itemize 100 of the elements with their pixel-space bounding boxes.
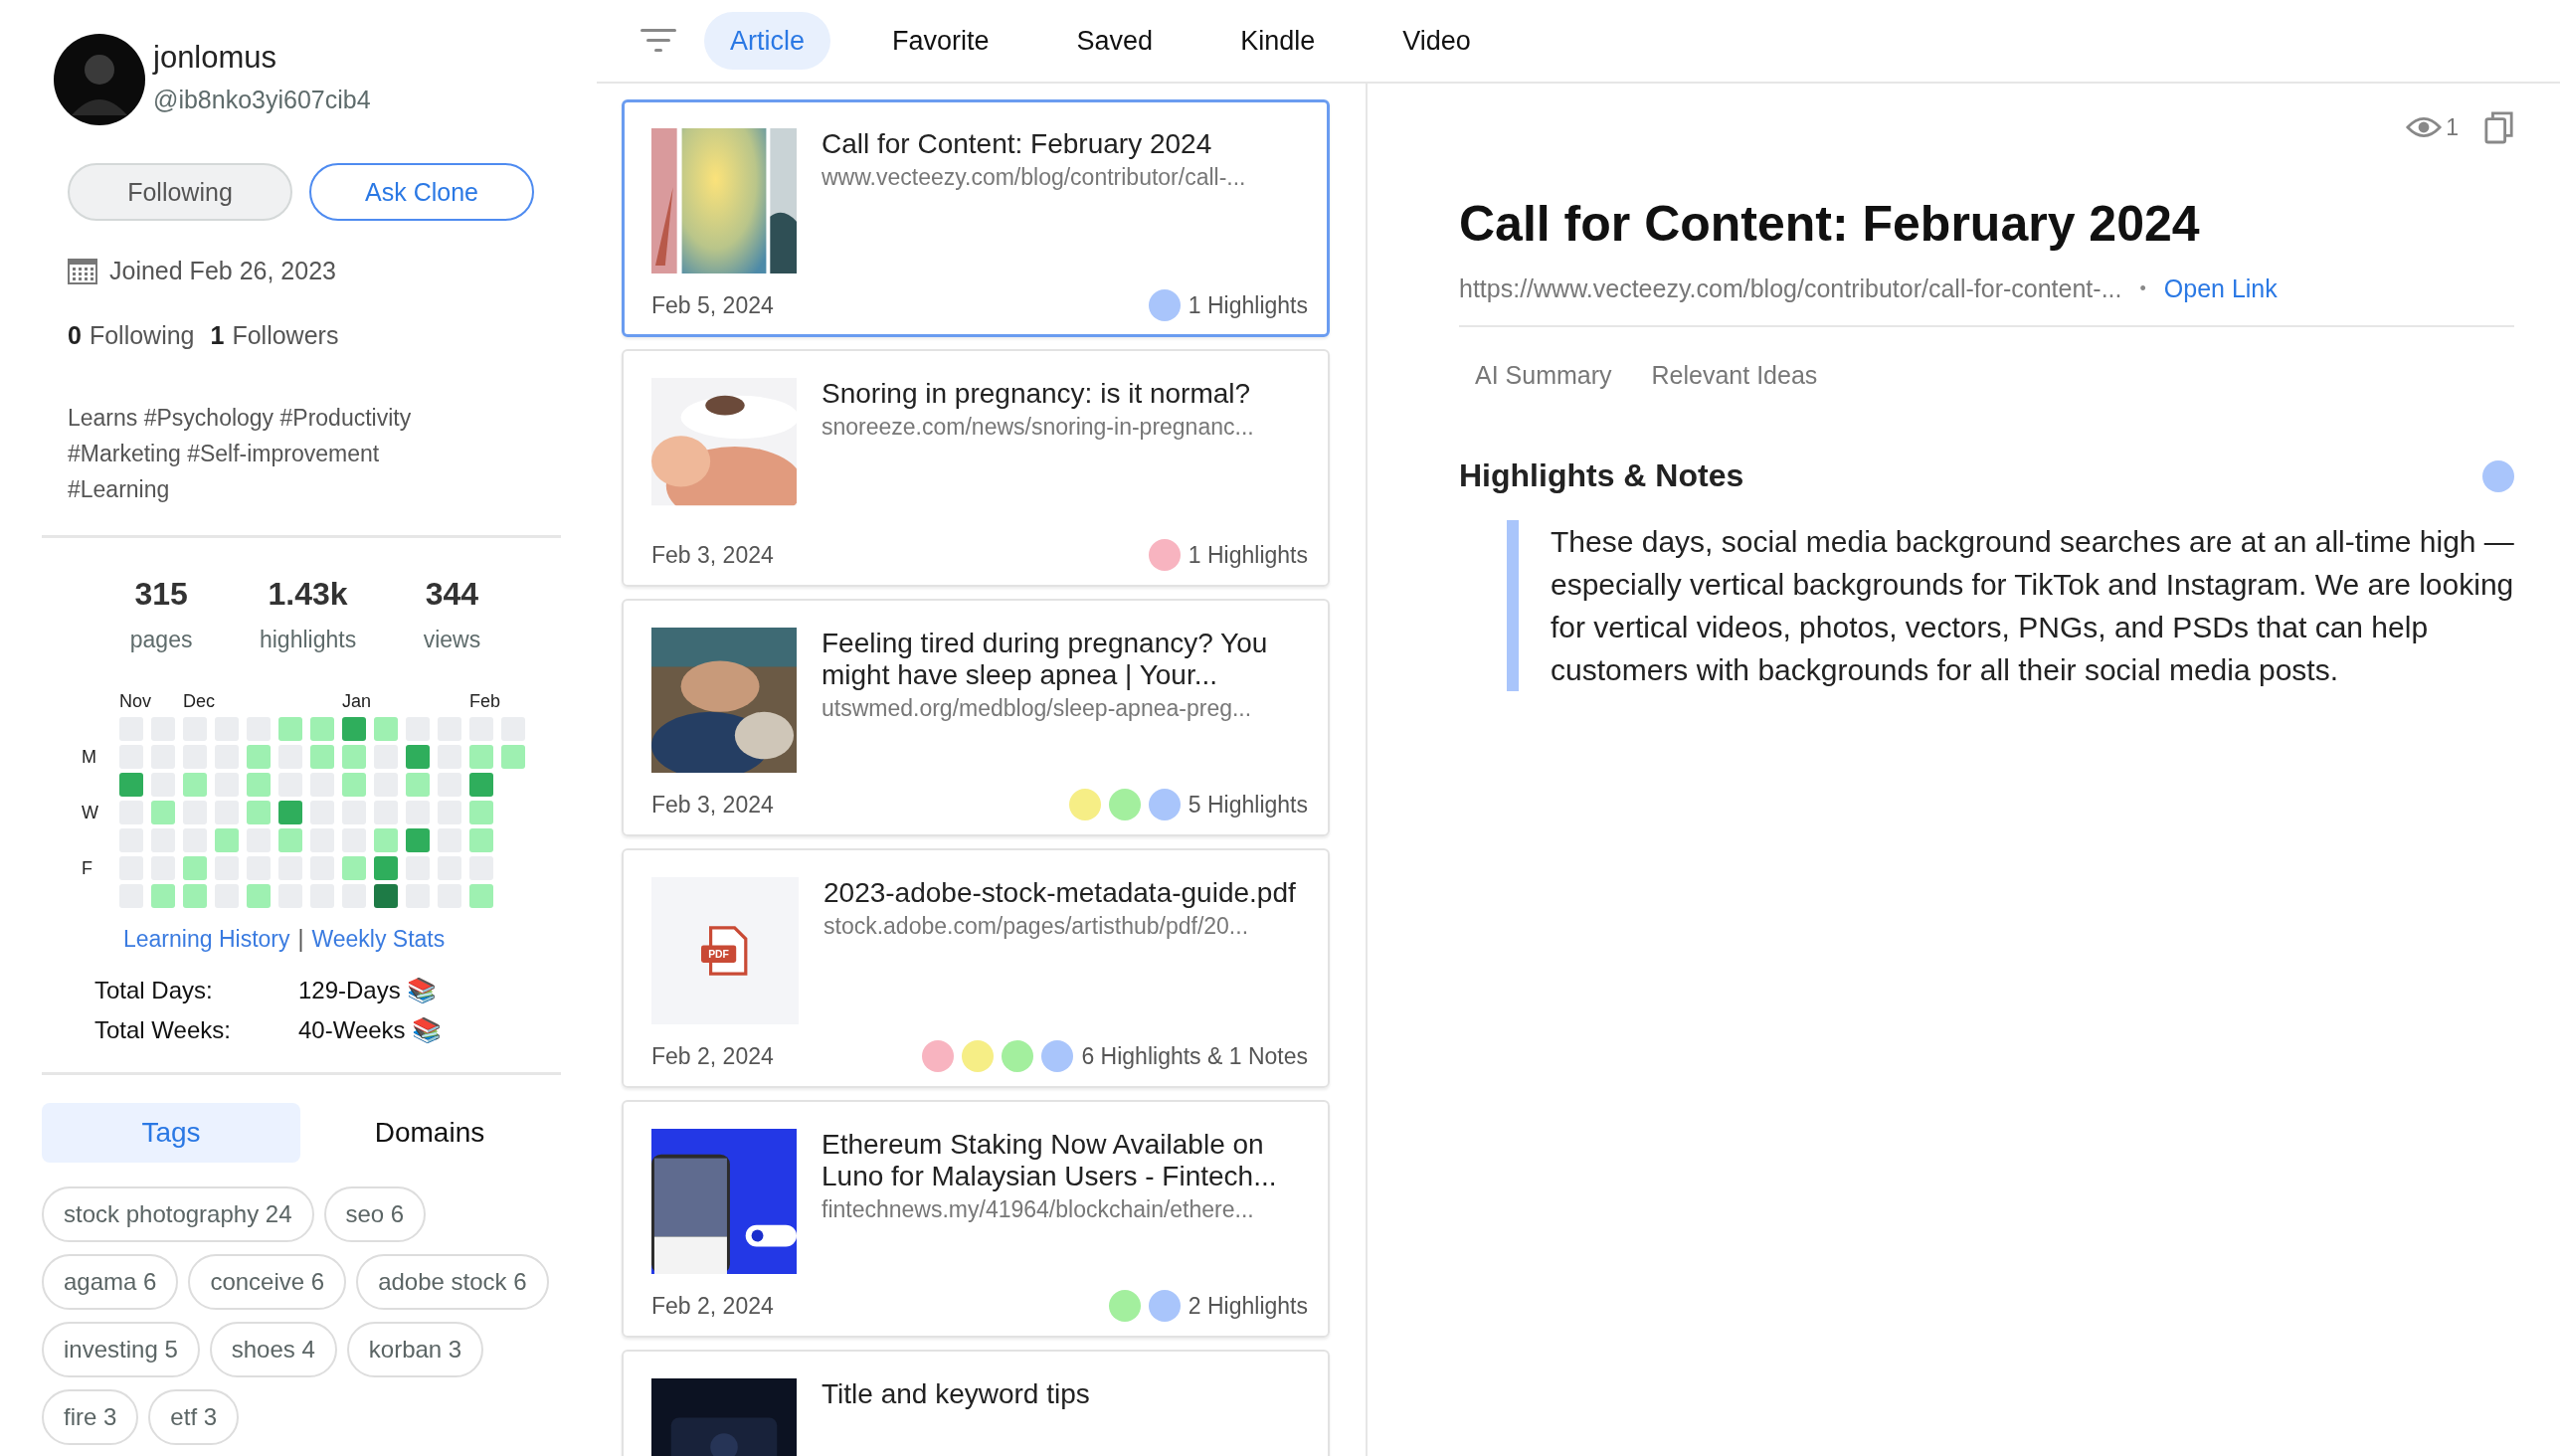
weekly-stats-link[interactable]: Weekly Stats <box>311 926 446 953</box>
following-label: Following <box>89 321 195 350</box>
article-url: stock.adobe.com/pages/artisthub/pdf/20... <box>823 913 1250 940</box>
activity-cell <box>310 745 334 769</box>
highlight-count: 1 Highlights <box>1188 291 1308 319</box>
open-link[interactable]: Open Link <box>2163 274 2278 303</box>
activity-cell <box>469 801 493 824</box>
activity-cell <box>406 745 430 769</box>
stat-value: 344 <box>425 576 479 613</box>
stat-value: 315 <box>134 576 188 613</box>
separator: | <box>297 926 304 953</box>
tag-chip[interactable]: investing 5 <box>42 1322 200 1377</box>
activity-cell <box>406 828 430 852</box>
nav-tab[interactable]: Kindle <box>1214 12 1342 70</box>
user-handle: @ib8nko3yi607cib4 <box>153 86 371 114</box>
copy-icon[interactable] <box>2484 109 2514 145</box>
activity-cell <box>501 745 525 769</box>
article-url: fintechnews.my/41964/blockchain/ethere... <box>822 1196 1255 1223</box>
tag-chip[interactable]: adobe stock 6 <box>356 1254 549 1310</box>
tag-chip[interactable]: fire 3 <box>42 1389 139 1445</box>
activity-cell <box>183 884 207 908</box>
weekday-label: W <box>82 801 99 824</box>
activity-cell <box>151 801 175 824</box>
article-card[interactable]: Snoring in pregnancy: is it normal? snoreeze.com/news/snoring-in-pregnanc... Feb 3, 2024 1 Highlights <box>622 349 1330 587</box>
total-value: 40-Weeks 📚 <box>298 1016 444 1044</box>
activity-cell <box>342 856 366 880</box>
article-card[interactable]: Feeling tired during pregnancy? You might have sleep apnea | Your... utswmed.org/medblog/sleep-apnea-preg... Feb 3, 2024 5 Highlights <box>622 599 1330 836</box>
article-card[interactable]: Title and keyword tips <box>622 1350 1330 1456</box>
view-count: 1 <box>2446 113 2459 141</box>
total-label: Total Weeks: <box>94 1016 232 1044</box>
following-count: 0 <box>68 321 82 350</box>
activity-cell <box>374 717 398 741</box>
activity-cell <box>151 884 175 908</box>
month-label: Jan <box>342 691 372 712</box>
article-title: Ethereum Staking Now Available on Luno for Malaysian Users - Fintech... <box>822 1129 1278 1192</box>
calendar-icon <box>68 258 97 284</box>
stat-label: highlights <box>259 627 357 653</box>
article-date: Feb 5, 2024 <box>651 291 774 319</box>
total-value: 129-Days 📚 <box>298 977 439 1004</box>
tag-chip[interactable]: etf 3 <box>148 1389 240 1445</box>
activity-cell <box>469 745 493 769</box>
followers-label: Followers <box>232 321 339 350</box>
article-url: utswmed.org/medblog/sleep-apnea-preg... <box>822 695 1253 722</box>
article-date: Feb 2, 2024 <box>651 1292 774 1320</box>
activity-cell <box>342 773 366 797</box>
activity-cell <box>374 828 398 852</box>
stat-value: 1.43k <box>268 576 348 613</box>
tag-chip[interactable]: seo 6 <box>323 1186 427 1242</box>
activity-cell <box>469 828 493 852</box>
sidebar-tab[interactable]: Domains <box>300 1103 559 1163</box>
activity-cell <box>469 773 493 797</box>
article-title: Feeling tired during pregnancy? You might have sleep apnea | Your... <box>822 628 1269 691</box>
activity-cell <box>247 773 271 797</box>
ask-clone-button[interactable]: Ask Clone <box>309 163 534 221</box>
article-date: Feb 3, 2024 <box>651 541 774 569</box>
weekday-label: F <box>82 856 93 880</box>
article-card[interactable]: PDF 2023-adobe-stock-metadata-guide.pdf stock.adobe.com/pages/artisthub/pdf/20... Feb 2, 2024 6 Highlights & 1 Notes <box>622 848 1330 1088</box>
tag-chip[interactable]: agama 6 <box>42 1254 179 1310</box>
activity-cell <box>247 884 271 908</box>
month-label: Nov <box>119 691 151 712</box>
joined-date: Joined Feb 26, 2023 <box>109 257 336 285</box>
tag-chip[interactable]: shoes 4 <box>209 1322 337 1377</box>
article-date: Feb 2, 2024 <box>651 1042 774 1070</box>
stat-label: pages <box>129 627 193 653</box>
article-date: Feb 3, 2024 <box>651 791 774 819</box>
filter-icon[interactable] <box>640 28 676 54</box>
activity-cell <box>310 717 334 741</box>
detail-tab[interactable]: AI Summary <box>1459 353 1628 398</box>
highlight-count: 6 Highlights & 1 Notes <box>1081 1042 1308 1070</box>
nav-tab[interactable]: Favorite <box>866 12 1015 70</box>
article-title: Call for Content: February 2024 <box>822 128 1213 160</box>
nav-tab[interactable]: Saved <box>1050 12 1180 70</box>
learning-history-link[interactable]: Learning History <box>123 926 290 953</box>
highlight-count: 2 Highlights <box>1188 1292 1308 1320</box>
detail-tab[interactable]: Relevant Ideas <box>1635 353 1834 398</box>
total-label: Total Days: <box>94 977 214 1004</box>
tag-chip[interactable]: stock photography 24 <box>42 1186 314 1242</box>
sidebar-tab[interactable]: Tags <box>42 1103 300 1163</box>
nav-tab[interactable]: Article <box>704 12 830 70</box>
activity-cell <box>278 828 302 852</box>
highlight-count: 1 Highlights <box>1188 541 1308 569</box>
activity-cell <box>278 717 302 741</box>
month-label: Dec <box>183 691 215 712</box>
following-button[interactable]: Following <box>68 163 292 221</box>
activity-cell <box>342 717 366 741</box>
user-name: jonlomus <box>153 40 278 76</box>
tag-chip[interactable]: conceive 6 <box>188 1254 347 1310</box>
activity-cell <box>406 773 430 797</box>
stat-label: views <box>423 627 481 653</box>
tag-chip[interactable]: korban 3 <box>346 1322 484 1377</box>
article-title: 2023-adobe-stock-metadata-guide.pdf <box>823 877 1296 909</box>
article-card[interactable]: Ethereum Staking Now Available on Luno for Malaysian Users - Fintech... fintechnews.my/41964/blockchain/ethere... Feb 2, 2024 2 Highlights <box>622 1100 1330 1338</box>
nav-tab[interactable]: Video <box>1376 12 1497 70</box>
weekday-label: M <box>82 745 97 769</box>
activity-cell <box>183 856 207 880</box>
article-url: www.vecteezy.com/blog/contributor/call-... <box>822 164 1246 191</box>
article-title: Title and keyword tips <box>822 1378 1090 1410</box>
separator: • <box>2139 278 2146 299</box>
article-card[interactable]: Call for Content: February 2024 www.vecteezy.com/blog/contributor/call-... Feb 5, 2024 1 Highlights <box>622 99 1330 337</box>
highlight-count: 5 Highlights <box>1188 791 1308 819</box>
